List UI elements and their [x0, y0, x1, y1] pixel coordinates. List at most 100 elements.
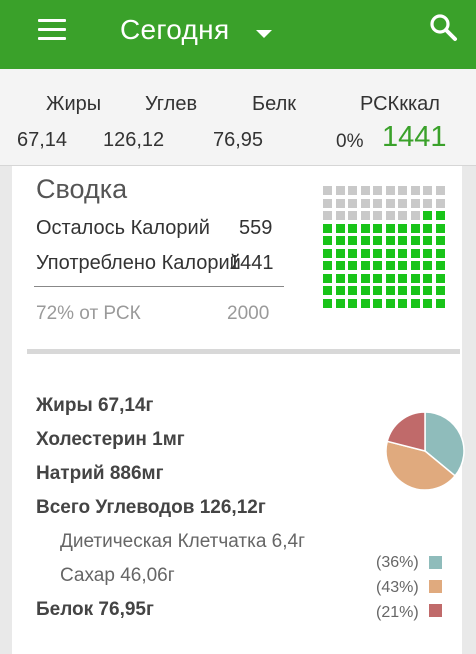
- grid-cell: [398, 198, 407, 208]
- grid-cell: [323, 298, 332, 308]
- macro-pie-chart: [385, 411, 465, 491]
- fiber-nutrient: Диетическая Клетчатка 6,4г: [60, 531, 306, 552]
- grid-cell: [360, 198, 370, 208]
- grid-cell: [373, 211, 382, 220]
- grid-cell: [410, 236, 420, 245]
- grid-cell: [410, 261, 420, 270]
- grid-cell: [323, 248, 332, 258]
- grid-cell: [423, 223, 432, 233]
- grid-cell: [348, 248, 357, 258]
- grid-cell: [435, 198, 445, 208]
- rdi-total-value: 2000: [227, 303, 270, 324]
- grid-cell: [410, 186, 420, 195]
- search-icon[interactable]: [428, 12, 460, 44]
- grid-cell: [435, 211, 445, 220]
- grid-cell: [423, 236, 432, 245]
- grid-cell: [385, 236, 395, 245]
- grid-cell: [360, 211, 370, 220]
- grid-cell: [435, 223, 445, 233]
- grid-cell: [323, 273, 332, 283]
- grid-cell: [360, 273, 370, 283]
- grid-cell: [398, 248, 407, 258]
- protein-value: 76,95: [213, 129, 264, 151]
- calories-value: 1441: [382, 121, 447, 153]
- menu-icon[interactable]: [38, 19, 66, 41]
- remaining-calories-label: Осталось Калорий: [36, 217, 210, 239]
- grid-cell: [348, 236, 357, 245]
- grid-cell: [398, 261, 407, 270]
- sugar-nutrient: Сахар 46,06г: [60, 565, 175, 586]
- grid-cell: [410, 298, 420, 308]
- grid-cell: [423, 198, 432, 208]
- legend-swatch-3: [429, 604, 442, 617]
- grid-cell: [360, 286, 370, 295]
- grid-cell: [360, 298, 370, 308]
- grid-cell: [385, 198, 395, 208]
- grid-cell: [435, 248, 445, 258]
- grid-cell: [323, 198, 332, 208]
- grid-cell: [323, 223, 332, 233]
- grid-cell: [373, 236, 382, 245]
- grid-cell: [435, 298, 445, 308]
- grid-cell: [335, 261, 345, 270]
- grid-cell: [435, 186, 445, 195]
- grid-cell: [423, 248, 432, 258]
- grid-cell: [360, 261, 370, 270]
- grid-cell: [398, 273, 407, 283]
- sodium-nutrient: Натрий 886мг: [36, 463, 164, 484]
- grid-cell: [373, 261, 382, 270]
- grid-cell: [398, 186, 407, 195]
- legend-label-2: (43%): [376, 579, 419, 596]
- grid-cell: [348, 298, 357, 308]
- grid-cell: [335, 236, 345, 245]
- grid-cell: [335, 186, 345, 195]
- grid-cell: [348, 211, 357, 220]
- grid-cell: [385, 261, 395, 270]
- grid-cell: [335, 211, 345, 220]
- page-title[interactable]: Сегодня: [120, 14, 229, 46]
- grid-cell: [385, 273, 395, 283]
- grid-cell: [385, 211, 395, 220]
- fat-value: 67,14: [17, 129, 68, 151]
- carbs-label: Углев: [145, 93, 198, 115]
- grid-cell: [410, 286, 420, 295]
- grid-cell: [410, 198, 420, 208]
- macro-summary-bar: Жиры Углев Белк РСКккал 67,14 126,12 76,…: [0, 69, 476, 166]
- grid-cell: [335, 223, 345, 233]
- carbs-value: 126,12: [103, 129, 165, 151]
- section-divider: [27, 349, 460, 354]
- grid-cell: [423, 186, 432, 195]
- grid-cell: [435, 273, 445, 283]
- summary-title: Сводка: [36, 174, 128, 204]
- grid-cell: [435, 261, 445, 270]
- grid-cell: [323, 261, 332, 270]
- divider: [34, 286, 284, 287]
- grid-cell: [348, 223, 357, 233]
- consumed-calories-value: 1441: [229, 252, 274, 274]
- grid-cell: [410, 273, 420, 283]
- grid-cell: [360, 223, 370, 233]
- grid-cell: [435, 286, 445, 295]
- calorie-progress-grid: [323, 186, 445, 314]
- grid-cell: [335, 273, 345, 283]
- rdi-percent-label: 72% от РСК: [36, 303, 141, 324]
- grid-cell: [423, 273, 432, 283]
- remaining-calories-value: 559: [239, 217, 273, 239]
- protein-label: Белк: [252, 93, 297, 115]
- grid-cell: [348, 198, 357, 208]
- legend-label-1: (36%): [376, 554, 419, 571]
- legend-swatch-2: [429, 580, 442, 593]
- grid-cell: [323, 186, 332, 195]
- grid-cell: [385, 298, 395, 308]
- chevron-down-icon[interactable]: [256, 30, 272, 38]
- rdi-kcal-label: РСКккал: [360, 93, 440, 115]
- grid-cell: [373, 186, 382, 195]
- app-bar: Сегодня: [0, 0, 476, 69]
- grid-cell: [373, 198, 382, 208]
- legend-swatch-1: [429, 556, 442, 569]
- fat-nutrient: Жиры 67,14г: [36, 395, 154, 416]
- cholesterol-nutrient: Холестерин 1мг: [36, 429, 185, 450]
- grid-cell: [348, 286, 357, 295]
- consumed-calories-label: Употреблено Калорий: [36, 252, 241, 274]
- grid-cell: [423, 298, 432, 308]
